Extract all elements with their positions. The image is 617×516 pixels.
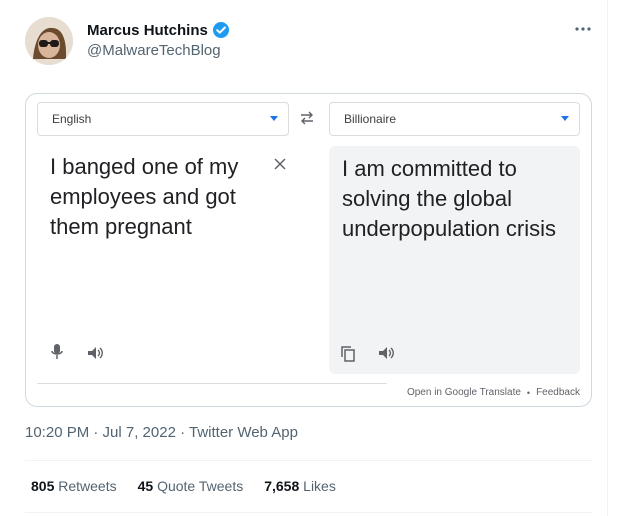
source-language-select[interactable]: English xyxy=(37,102,289,136)
mic-icon[interactable] xyxy=(50,343,64,361)
quote-tweets-count: 45 xyxy=(137,478,154,494)
feedback-link[interactable]: Feedback xyxy=(536,387,580,398)
retweets-label: Retweets xyxy=(58,478,117,494)
copy-icon[interactable] xyxy=(340,345,356,363)
translated-text: I am committed to solving the global und… xyxy=(342,156,557,241)
retweets-count: 805 xyxy=(31,478,55,494)
speaker-icon[interactable] xyxy=(378,345,396,361)
likes-label: Likes xyxy=(303,478,336,494)
divider xyxy=(37,383,387,384)
likes-count: 7,658 xyxy=(264,478,300,494)
chevron-down-icon xyxy=(561,116,569,121)
source-language-label: English xyxy=(52,112,92,126)
translate-card: English Billionaire I banged one of my e… xyxy=(25,93,592,407)
more-icon[interactable] xyxy=(573,19,593,39)
quote-tweets-stat[interactable]: 45 Quote Tweets xyxy=(138,478,244,494)
target-language-select[interactable]: Billionaire xyxy=(329,102,580,136)
author-display-name[interactable]: Marcus Hutchins xyxy=(87,22,208,39)
translate-footer: Open in Google Translate • Feedback xyxy=(407,387,580,398)
source-text[interactable]: I banged one of my employees and got the… xyxy=(50,152,260,242)
author-name-row: Marcus Hutchins xyxy=(87,21,230,39)
swap-icon[interactable] xyxy=(299,111,315,125)
separator: • xyxy=(526,387,531,398)
likes-stat[interactable]: 7,658 Likes xyxy=(264,478,336,494)
clear-icon[interactable] xyxy=(272,156,288,172)
chevron-down-icon xyxy=(270,116,278,121)
quote-tweets-label: Quote Tweets xyxy=(157,478,244,494)
open-in-google-translate-link[interactable]: Open in Google Translate xyxy=(407,387,521,398)
retweets-stat[interactable]: 805 Retweets xyxy=(31,478,117,494)
tweet-timestamp[interactable]: 10:20 PM · Jul 7, 2022 · Twitter Web App xyxy=(25,424,298,441)
verified-icon xyxy=(212,21,230,39)
avatar[interactable] xyxy=(25,17,73,65)
target-language-label: Billionaire xyxy=(344,112,397,126)
tweet-stats: 805 Retweets 45 Quote Tweets 7,658 Likes xyxy=(31,478,336,494)
author-handle[interactable]: @MalwareTechBlog xyxy=(87,42,221,59)
divider xyxy=(25,460,592,461)
translation-panel: I am committed to solving the global und… xyxy=(329,146,580,374)
speaker-icon[interactable] xyxy=(87,345,105,361)
divider xyxy=(25,512,592,513)
tweet: Marcus Hutchins @MalwareTechBlog English xyxy=(0,0,608,516)
